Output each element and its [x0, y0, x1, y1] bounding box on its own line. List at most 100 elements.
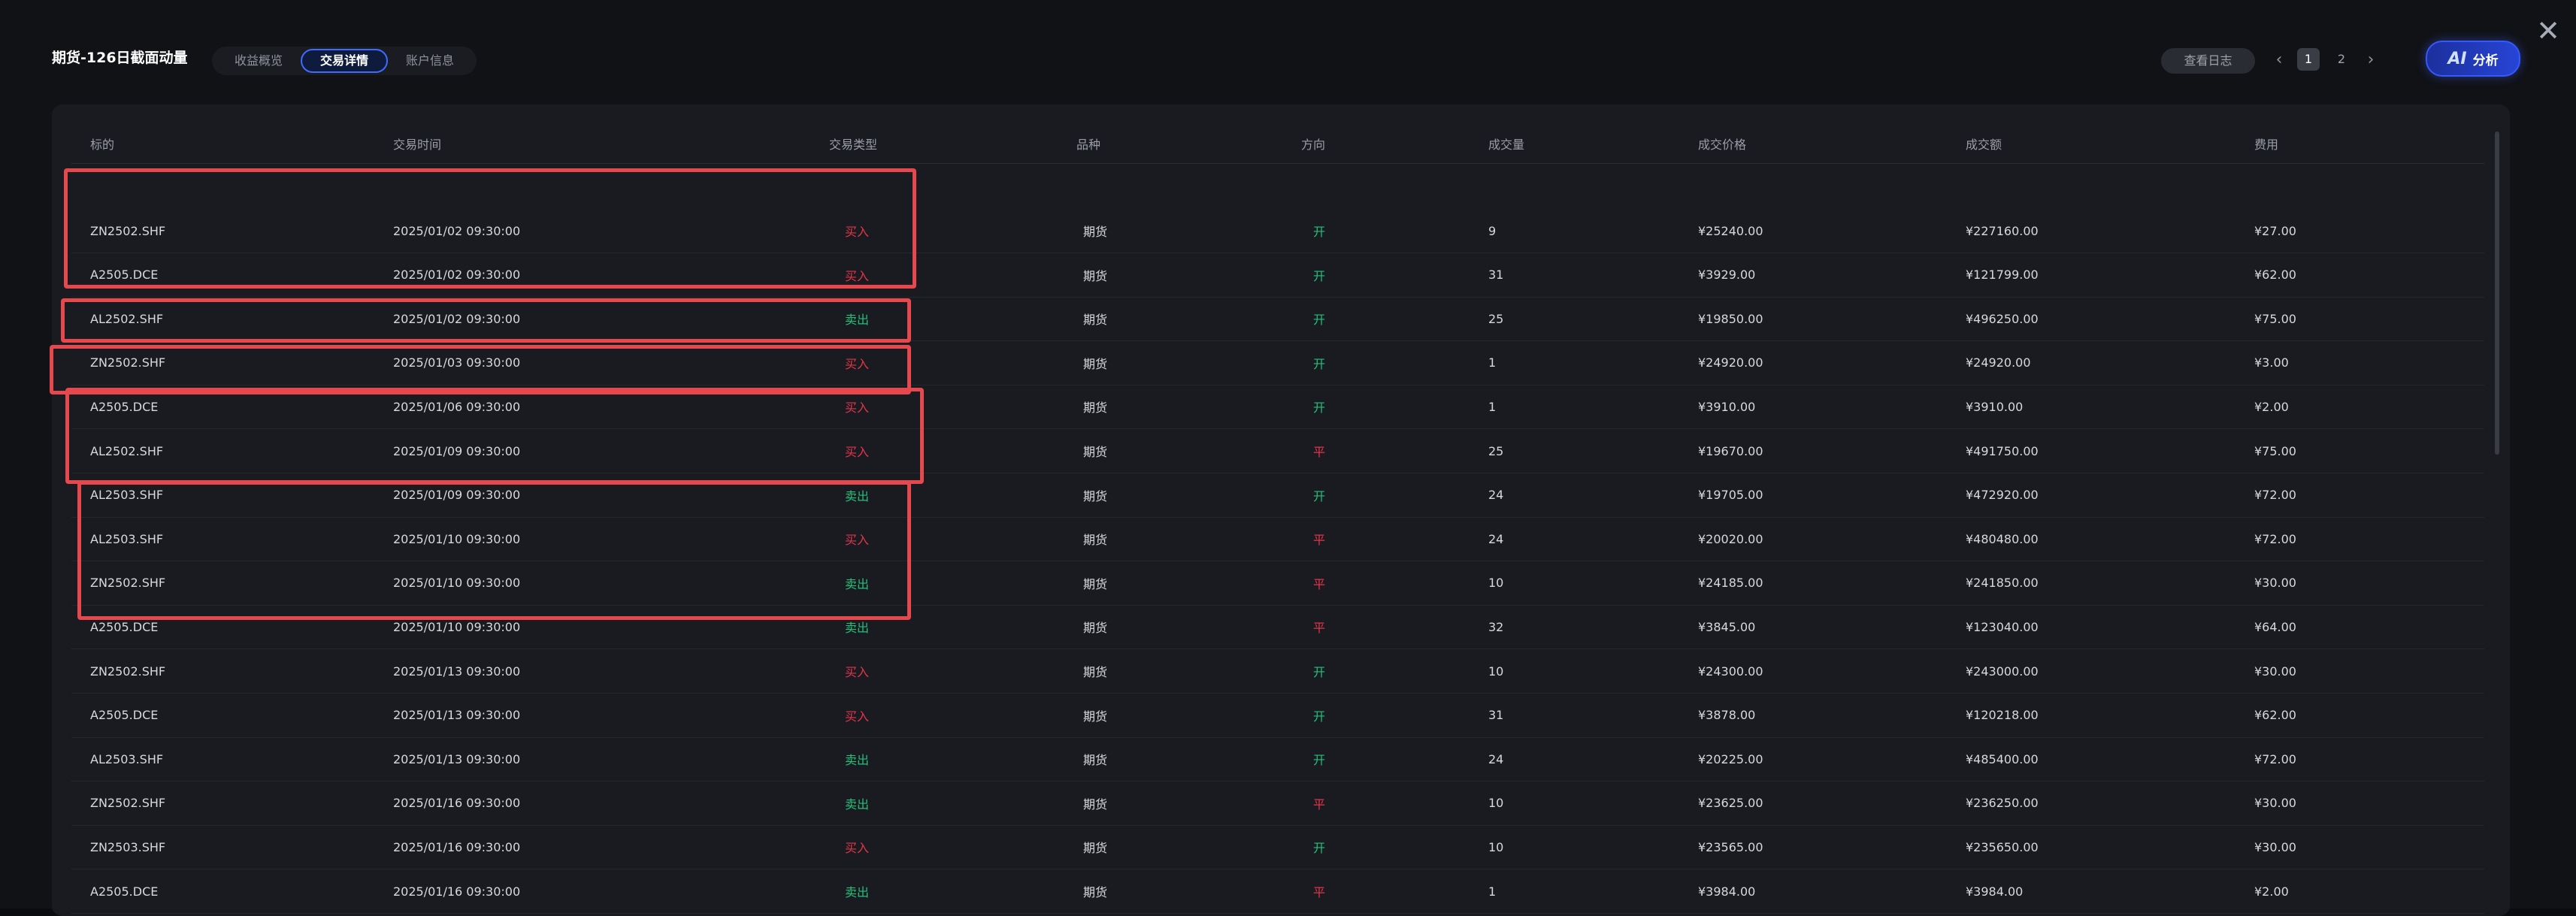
cell-symbol: A2505.DCE [90, 884, 159, 899]
cell-price: ¥19705.00 [1698, 488, 1763, 503]
vertical-scrollbar[interactable] [2495, 132, 2499, 455]
cell-fee: ¥64.00 [2254, 619, 2296, 634]
header-trade-time: 交易时间 [393, 138, 442, 152]
cell-trade-time: 2025/01/10 09:30:00 [393, 531, 521, 546]
cell-price: ¥19850.00 [1698, 311, 1763, 326]
cell-volume: 1 [1488, 355, 1497, 370]
close-icon[interactable]: ✕ [2531, 14, 2565, 48]
cell-direction: 平 [1312, 533, 1325, 548]
cell-amount: ¥227160.00 [1966, 223, 2039, 238]
cell-volume: 32 [1488, 619, 1504, 634]
chevron-right-icon[interactable]: › [2363, 50, 2378, 69]
cell-trade-time: 2025/01/16 09:30:00 [393, 884, 521, 899]
table-row: ZN2502.SHF 2025/01/16 09:30:00 卖出 期货 平 10 ¥236… [71, 781, 2484, 826]
cell-amount: ¥241850.00 [1966, 576, 2039, 591]
cell-amount: ¥120218.00 [1966, 708, 2039, 723]
cell-price: ¥3929.00 [1698, 268, 1756, 283]
table-row: AL2502.SHF 2025/01/02 09:30:00 卖出 期货 开 25 ¥198… [71, 297, 2484, 342]
cell-trade-type: 买入 [844, 445, 869, 459]
view-log-button[interactable]: 查看日志 [2161, 48, 2255, 74]
table-row: AL2503.SHF 2025/01/09 09:30:00 卖出 期货 开 24 ¥197… [71, 473, 2484, 518]
page-button-2[interactable]: 2 [2330, 48, 2353, 71]
cell-volume: 25 [1488, 311, 1504, 326]
cell-trade-type: 买入 [844, 225, 869, 239]
cell-symbol: A2505.DCE [90, 708, 159, 723]
cell-direction: 平 [1312, 445, 1325, 459]
cell-direction: 开 [1312, 665, 1325, 679]
cell-trade-type: 买入 [844, 665, 869, 679]
cell-variety: 期货 [1082, 445, 1107, 459]
table-row: A2505.DCE 2025/01/16 09:30:00 卖出 期货平 1 ¥3984.… [71, 869, 2484, 914]
cell-trade-time: 2025/01/03 09:30:00 [393, 355, 521, 370]
cell-direction: 开 [1312, 268, 1325, 283]
cell-direction: 平 [1312, 885, 1325, 899]
cell-direction: 开 [1312, 753, 1325, 768]
tab-trade-details[interactable]: 交易详情 [301, 49, 389, 73]
cell-price: ¥19670.00 [1698, 443, 1763, 458]
cell-symbol: ZN2502.SHF [90, 664, 166, 679]
cell-price: ¥3984.00 [1698, 884, 1756, 899]
pagination: ‹ 1 2 › [2272, 48, 2378, 71]
cell-amount: ¥235650.00 [1966, 839, 2039, 854]
cell-volume: 1 [1488, 914, 1496, 916]
cell-price: ¥20585.00 [1698, 914, 1763, 916]
header-amount: 成交额 [1966, 138, 2002, 152]
table-row: A2505.DCE 2025/01/13 09:30:00 买入 期货 开 31 ¥3878… [71, 694, 2484, 738]
cell-trade-time: 2025/01/16 09:30:00 [393, 796, 521, 811]
cell-amount: ¥485400.00 [1966, 751, 2039, 766]
cell-direction: 开 [1312, 488, 1325, 503]
cell-fee: ¥72.00 [2254, 488, 2296, 503]
cell-volume: 10 [1488, 839, 1504, 854]
cell-trade-time: 2025/01/02 09:30:00 [393, 311, 521, 326]
cell-variety: 期货 [1082, 576, 1107, 591]
cell-fee: ¥72.00 [2254, 751, 2296, 766]
cell-symbol: AL2503.SHF [90, 914, 163, 916]
tab-account-info[interactable]: 账户信息 [388, 49, 472, 73]
cell-direction: 开 [1312, 313, 1325, 328]
cell-amount: ¥243000.00 [1966, 664, 2039, 679]
cell-variety: 期货 [1061, 914, 1129, 916]
cell-fee: ¥30.00 [2254, 576, 2296, 591]
modal-title: 期货-126日截面动量 [52, 50, 188, 66]
cell-symbol: ZN2502.SHF [90, 355, 166, 370]
cell-direction: 平 [1312, 576, 1325, 591]
cell-trade-type: 卖出 [844, 313, 869, 328]
cell-variety: 期货 [1082, 356, 1107, 371]
cell-symbol: AL2502.SHF [90, 311, 164, 326]
cell-trade-time: 2025/01/13 09:30:00 [393, 751, 521, 766]
cell-price: ¥23565.00 [1698, 839, 1763, 854]
cell-amount: ¥3984.00 [1966, 884, 2024, 899]
cell-volume: 1 [1488, 399, 1497, 414]
cell-price: ¥3910.00 [1698, 399, 1756, 414]
cell-amount: ¥496250.00 [1966, 311, 2039, 326]
cell-symbol: AL2503.SHF [90, 751, 164, 766]
cell-trade-type: 卖出 [844, 576, 869, 591]
cell-symbol: ZN2502.SHF [90, 223, 166, 238]
tab-overview[interactable]: 收益概览 [216, 49, 301, 73]
cell-volume: 10 [1488, 796, 1504, 811]
cell-volume: 24 [1488, 488, 1504, 503]
table-row: ZN2502.SHF 2025/01/10 09:30:00 卖出 期货 平 10 ¥241… [71, 561, 2484, 606]
cell-trade-type: 卖出 [844, 621, 869, 636]
cell-trade-time: 2025/01/02 09:30:00 [393, 223, 521, 238]
cell-fee: ¥30.00 [2254, 839, 2296, 854]
cell-fee: ¥2.00 [2254, 399, 2289, 414]
chevron-left-icon[interactable]: ‹ [2272, 50, 2287, 69]
cell-volume: 9 [1488, 223, 1497, 238]
page-button-1[interactable]: 1 [2297, 48, 2320, 71]
cell-fee: ¥75.00 [2254, 311, 2296, 326]
ai-analysis-button[interactable]: AI 分析 [2426, 41, 2520, 77]
table-row: ZN2502.SHF 2025/01/13 09:30:00 买入 期货 开 10 ¥243… [71, 649, 2484, 694]
cell-amount: ¥24920.00 [1966, 355, 2031, 370]
cell-direction: 平 [1285, 914, 1353, 916]
cell-price: ¥3845.00 [1698, 619, 1756, 634]
cell-trade-time: 2025/01/02 09:30:00 [393, 268, 521, 283]
cell-symbol: ZN2502.SHF [90, 576, 166, 591]
cell-fee: ¥3.00 [2254, 914, 2289, 916]
cell-variety: 期货 [1082, 225, 1107, 239]
header-fee: 费用 [2254, 138, 2279, 152]
cell-price: ¥20225.00 [1698, 751, 1763, 766]
table-row: ZN2502.SHF 2025/01/03 09:30:00 买入 期货 开 1 ¥2492… [71, 341, 2484, 385]
cell-trade-type: 买入 [844, 533, 869, 548]
table-row: AL2503.SHF 2025/02/11 09:30:00 买入 期货 平 1 ¥2058… [71, 914, 2484, 916]
